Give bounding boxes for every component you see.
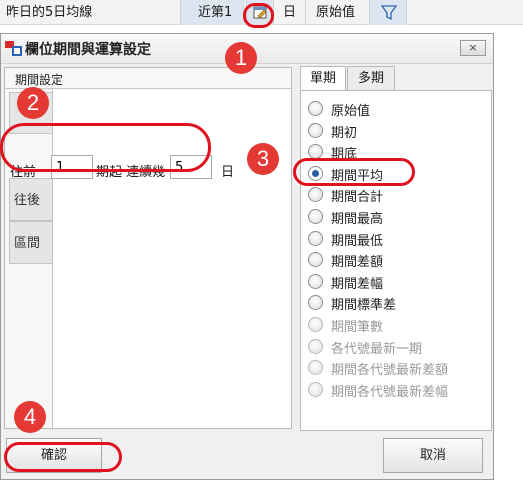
radio-unchecked-icon[interactable] — [308, 187, 323, 203]
calc-option-label: 期間筆數 — [331, 320, 384, 335]
calc-option-label: 期間合計 — [331, 190, 384, 206]
step-marker-2: 2 — [17, 87, 49, 119]
radio-unchecked-icon — [308, 317, 323, 332]
calc-option-label: 各代號最新一期 — [331, 341, 423, 357]
radio-unchecked-icon[interactable] — [308, 101, 323, 116]
period-unit[interactable]: 日 — [273, 0, 303, 25]
radio-unchecked-icon[interactable] — [308, 144, 323, 160]
funnel-icon — [380, 5, 398, 21]
calc-option-label: 期間各代號最新差額 — [331, 363, 449, 379]
calc-option-label: 期間最低 — [331, 233, 384, 249]
radio-unchecked-icon[interactable] — [308, 230, 323, 246]
cancel-button[interactable]: 取消 — [383, 438, 483, 473]
calc-mode[interactable]: 原始值 — [305, 0, 368, 25]
recent-period-field[interactable]: 近第1 — [180, 0, 245, 25]
calc-options-panel: 原始值 期初 期底 期間平均 期間合計 期間最高 期間最低 期間差額 期間差幅 期間標準差 期間筆數… — [300, 90, 492, 431]
highlight-average-option — [293, 158, 415, 186]
radio-unchecked-icon — [308, 360, 323, 376]
app-icon — [5, 41, 22, 56]
tab-multi-period[interactable]: 多期 — [347, 66, 395, 91]
calc-option-label: 原始值 — [331, 104, 371, 119]
calc-option-label: 期初 — [331, 125, 358, 141]
radio-unchecked-icon[interactable] — [308, 273, 323, 289]
period-calc-dialog: 欄位期間與運算設定 × 期間設定 往後 區間 往前 期起 連續幾 日 單期 多期… — [0, 33, 494, 480]
column-title: 昨日的5日均線 — [6, 5, 93, 20]
radio-unchecked-icon — [308, 381, 323, 397]
calc-option-label: 期間差額 — [331, 255, 384, 271]
close-button[interactable]: × — [460, 40, 486, 56]
tab-single-period[interactable]: 單期 — [300, 66, 346, 91]
calc-option-label: 期間標準差 — [331, 298, 397, 314]
step-marker-1: 1 — [225, 42, 257, 74]
period-settings-group: 期間設定 往後 區間 往前 期起 連續幾 日 — [4, 67, 292, 429]
unit-label: 日 — [221, 165, 235, 180]
calc-option-label: 期間差幅 — [331, 276, 384, 292]
calc-option-label: 期間最高 — [331, 212, 384, 227]
group-label: 期間設定 — [15, 73, 64, 87]
highlight-before-row — [0, 123, 211, 172]
step-marker-3: 3 — [247, 143, 279, 175]
highlight-settings-button — [243, 3, 274, 28]
filter-button[interactable] — [369, 0, 407, 25]
radio-unchecked-icon[interactable] — [308, 252, 323, 268]
radio-unchecked-icon[interactable] — [308, 295, 323, 311]
dialog-title: 欄位期間與運算設定 — [25, 42, 151, 58]
step-marker-4: 4 — [14, 401, 46, 433]
radio-unchecked-icon[interactable] — [308, 122, 323, 138]
highlight-confirm-button — [4, 442, 122, 472]
tab-range[interactable]: 區間 — [9, 221, 53, 264]
calc-option-label: 期間各代號最新差幅 — [331, 384, 449, 400]
radio-unchecked-icon[interactable] — [308, 209, 323, 224]
radio-unchecked-icon — [308, 338, 323, 354]
